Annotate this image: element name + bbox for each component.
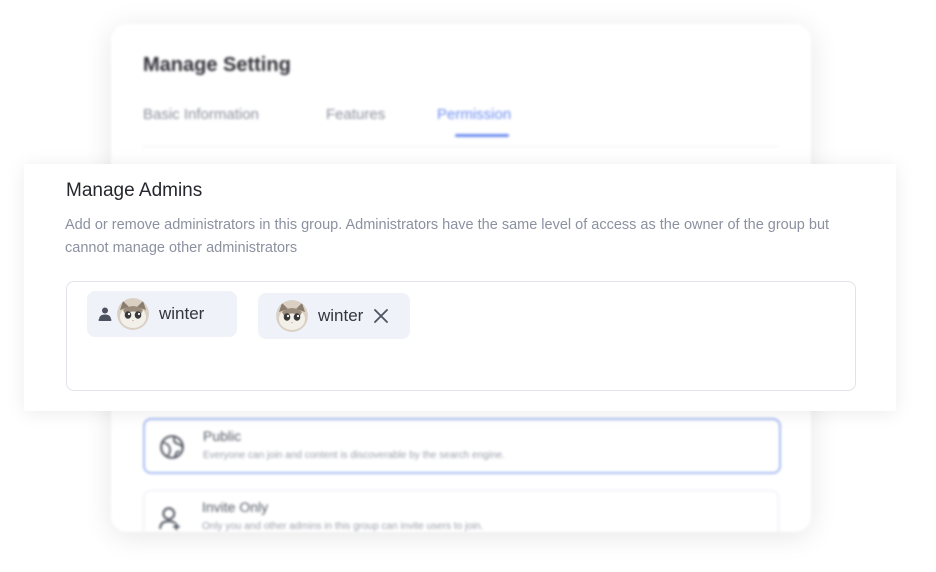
option-invite-only[interactable]: Invite Only Only you and other admins in… xyxy=(143,490,779,532)
admin-chip-owner: winter xyxy=(87,291,237,337)
active-tab-indicator xyxy=(455,134,509,137)
section-description: Add or remove administrators in this gro… xyxy=(65,217,830,256)
globe-icon xyxy=(160,435,184,459)
tab-basic-information[interactable]: Basic Information xyxy=(143,106,259,123)
option-title: Invite Only xyxy=(202,499,269,515)
page-title: Manage Setting xyxy=(143,54,291,76)
tab-bar: Basic Information Features Permission xyxy=(143,106,779,147)
option-description: Everyone can join and content is discove… xyxy=(203,450,505,461)
admin-select-field[interactable]: winter winter xyxy=(66,281,856,391)
tab-features[interactable]: Features xyxy=(326,106,385,123)
manage-admins-panel: Manage Admins Add or remove administrato… xyxy=(24,164,896,411)
owner-icon xyxy=(98,307,112,321)
close-icon[interactable] xyxy=(373,308,389,324)
option-public[interactable]: Public Everyone can join and content is … xyxy=(143,418,781,474)
section-title: Manage Admins xyxy=(66,180,203,201)
option-description: Only you and other admins in this group … xyxy=(202,521,484,532)
tab-permission[interactable]: Permission xyxy=(437,106,511,123)
avatar xyxy=(276,300,308,332)
option-title: Public xyxy=(203,428,242,444)
user-add-icon xyxy=(159,507,180,530)
admin-name: winter xyxy=(159,304,205,323)
admin-chip: winter xyxy=(258,293,410,339)
avatar xyxy=(117,298,149,330)
admin-name: winter xyxy=(318,306,364,325)
